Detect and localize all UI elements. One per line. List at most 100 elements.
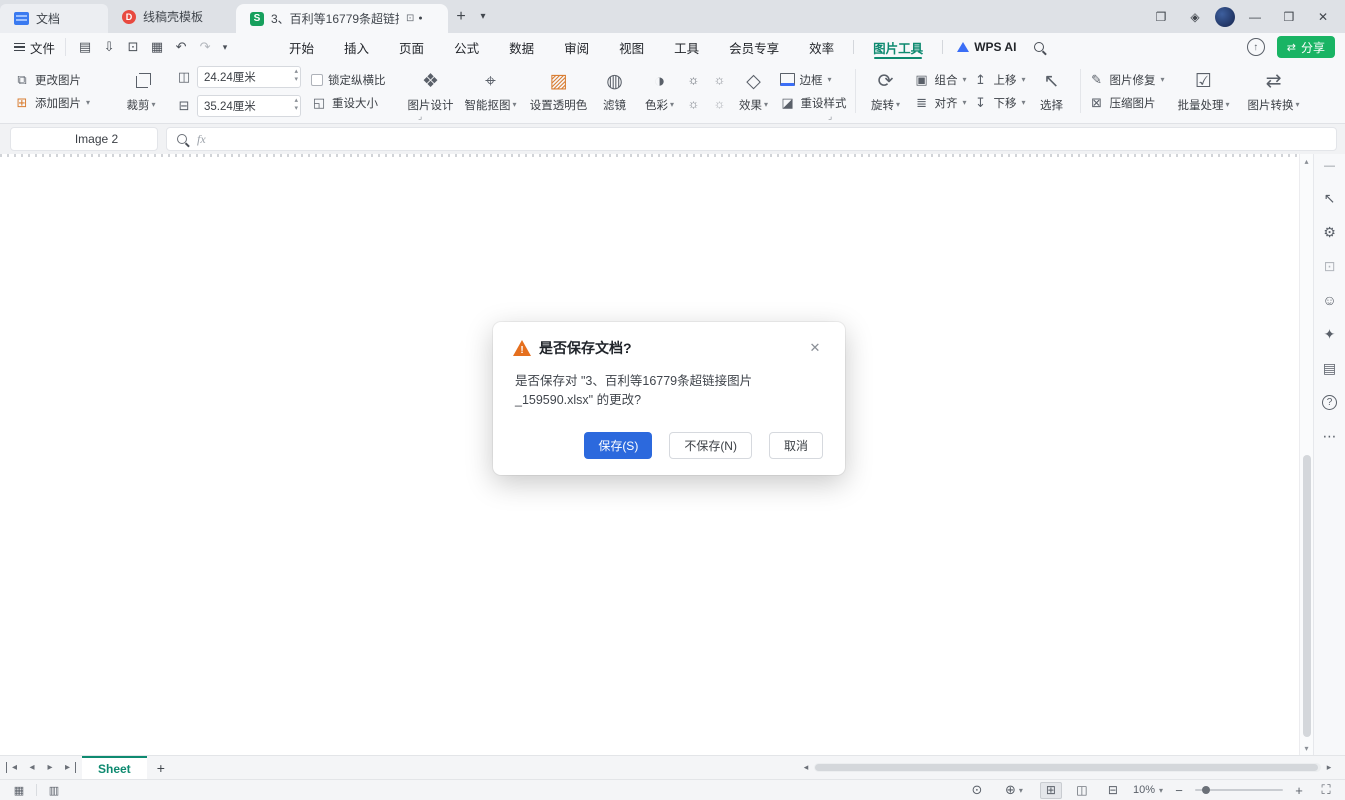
redo-icon[interactable]: ↷ [194,37,216,57]
user-avatar[interactable] [1215,7,1235,27]
size-group-launcher-icon[interactable]: ⌟ [418,111,422,122]
filter-button[interactable]: ◍ 滤镜 [596,70,634,113]
wps-ai-button[interactable]: WPS AI [947,40,1026,54]
cloud-upload-icon[interactable]: ↑ [1247,38,1265,56]
tab-current-file[interactable]: S 3、百利等16779条超链接图片 ⊡ ● [236,4,448,33]
width-spinner[interactable]: ▴ ▾ [295,98,299,114]
name-box-input[interactable] [19,132,174,146]
minimize-button[interactable]: — [1241,5,1269,29]
sheet-tab[interactable]: Sheet [82,756,147,779]
scroll-up-icon[interactable]: ▴ [1300,154,1313,168]
tab-documents[interactable]: 文档 [0,4,108,33]
close-button[interactable]: ✕ [1309,5,1337,29]
hscroll-right-icon[interactable]: ▸ [1323,762,1335,773]
crop-frame-icon[interactable]: ⊡ [1318,254,1342,278]
contrast-up-icon[interactable]: ☼ [712,72,728,87]
reset-size-button[interactable]: ◱ 重设大小 [311,95,386,111]
lock-aspect-ratio-checkbox[interactable]: 锁定纵横比 [311,72,386,88]
menu-member[interactable]: 会员专享 [714,33,794,61]
hscroll-left-icon[interactable]: ◂ [800,762,812,773]
ribbon-search-button[interactable] [1026,33,1052,61]
name-box[interactable]: ▾ [10,127,158,151]
zoom-slider-handle[interactable] [1202,786,1210,794]
share-button[interactable]: ⇄ 分享 [1277,36,1335,58]
integrations-icon[interactable]: ◈ [1181,5,1209,29]
cancel-button[interactable]: 取消 [769,432,823,459]
rotate-button[interactable]: ⟳ 旋转▾ [864,70,908,113]
pin-icon[interactable]: ⊡ [406,13,414,24]
menu-data[interactable]: 数据 [494,33,549,61]
menu-home[interactable]: 开始 [274,33,329,61]
picture-height-field[interactable]: ▴ ▾ [197,66,301,88]
next-sheet-icon[interactable]: ▸ [42,762,58,773]
menu-review[interactable]: 审阅 [549,33,604,61]
zoom-out-button[interactable]: − [1172,783,1186,798]
macro-record-icon[interactable]: ▦ [8,782,30,799]
restore-button[interactable]: ❒ [1275,5,1303,29]
add-picture-button[interactable]: ⊞ 添加图片 ▾ [14,95,90,111]
picture-convert-button[interactable]: ⇄ 图片转换▾ [1243,70,1305,113]
align-button[interactable]: ≣ 对齐 ▾ [914,95,967,111]
tab-list-dropdown[interactable]: ▾ [474,0,492,33]
dialog-close-icon[interactable]: ✕ [805,338,825,358]
dont-save-button[interactable]: 不保存(N) [669,432,752,459]
contrast-down-icon[interactable]: ☼ [712,96,728,111]
undo-icon[interactable]: ↶ [170,37,192,57]
menu-formula[interactable]: 公式 [439,33,494,61]
move-down-button[interactable]: ↧ 下移 ▾ [973,95,1026,111]
tab-template[interactable]: D 线稿壳模板 [108,0,236,33]
object-properties-icon[interactable]: ⚙ [1318,220,1342,244]
menu-picture-tools[interactable]: 图片工具 [858,33,938,61]
smart-cutout-button[interactable]: ⌖ 智能抠图▾ [460,70,522,113]
file-menu-button[interactable]: 文件 [10,38,66,56]
compress-picture-button[interactable]: ⊠ 压缩图片 [1089,95,1165,111]
eye-protect-icon[interactable]: ⊙ [966,782,988,799]
menu-efficiency[interactable]: 效率 [794,33,849,61]
picture-height-input[interactable] [204,71,274,83]
more-tools-icon[interactable]: ⋯ [1318,424,1342,448]
border-button[interactable]: 边框 ▾ [780,72,847,88]
new-tab-button[interactable]: + [448,0,474,33]
fullscreen-icon[interactable]: ⛶ [1315,782,1337,799]
qat-dropdown-icon[interactable]: ▾ [218,37,232,57]
group-button[interactable]: ▣ 组合 ▾ [914,72,967,88]
batch-process-button[interactable]: ☑ 批量处理▾ [1173,70,1235,113]
menu-view[interactable]: 视图 [604,33,659,61]
export-icon[interactable]: ⇩ [98,37,120,57]
print-icon[interactable]: ⊡ [122,37,144,57]
brightness-down-icon[interactable]: ☼ [686,96,702,111]
set-transparent-button[interactable]: ▨ 设置透明色 [526,70,592,113]
picture-width-input[interactable] [204,100,274,112]
brightness-up-icon[interactable]: ☼ [686,72,702,87]
style-group-launcher-icon[interactable]: ⌟ [828,111,832,122]
first-sheet-icon[interactable]: ◂ [6,762,22,773]
hscroll-track[interactable] [814,763,1321,772]
window-layout-icon[interactable]: ❐ [1147,5,1175,29]
magic-tools-icon[interactable]: ✦ [1318,322,1342,346]
last-sheet-icon[interactable]: ▸ [60,762,76,773]
scroll-down-icon[interactable]: ▾ [1300,741,1313,755]
vertical-scrollbar[interactable]: ▴ ▾ [1299,154,1313,755]
move-up-button[interactable]: ↥ 上移 ▾ [973,72,1026,88]
effects-button[interactable]: ◇ 效果▾ [732,70,776,113]
page-layout-view-button[interactable]: ⊟ [1102,782,1124,799]
resources-icon[interactable]: ▤ [1318,356,1342,380]
menu-insert[interactable]: 插入 [329,33,384,61]
page-break-view-button[interactable]: ◫ [1071,782,1093,799]
horizontal-scrollbar[interactable]: ◂ ▸ [800,756,1345,779]
print-preview-icon[interactable]: ▦ [146,37,168,57]
selection-cursor-icon[interactable]: ↖ [1318,186,1342,210]
normal-view-button[interactable]: ⊞ [1040,782,1062,799]
add-sheet-button[interactable]: + [147,756,175,779]
reset-style-button[interactable]: ◪ 重设样式 [780,95,847,111]
picture-repair-button[interactable]: ✎ 图片修复 ▾ [1089,72,1165,88]
zoom-in-button[interactable]: + [1292,783,1306,798]
help-icon[interactable]: ? [1318,390,1342,414]
save-icon[interactable]: ▤ [74,37,96,57]
select-button[interactable]: ↖ 选择 [1032,70,1072,113]
menu-tools[interactable]: 工具 [659,33,714,61]
sidebar-collapse-icon[interactable]: — [1324,160,1335,172]
zoom-level[interactable]: 10% ▾ [1133,784,1163,796]
zoom-formula-icon[interactable] [177,134,187,144]
picture-design-button[interactable]: ❖ 图片设计 [406,70,456,113]
